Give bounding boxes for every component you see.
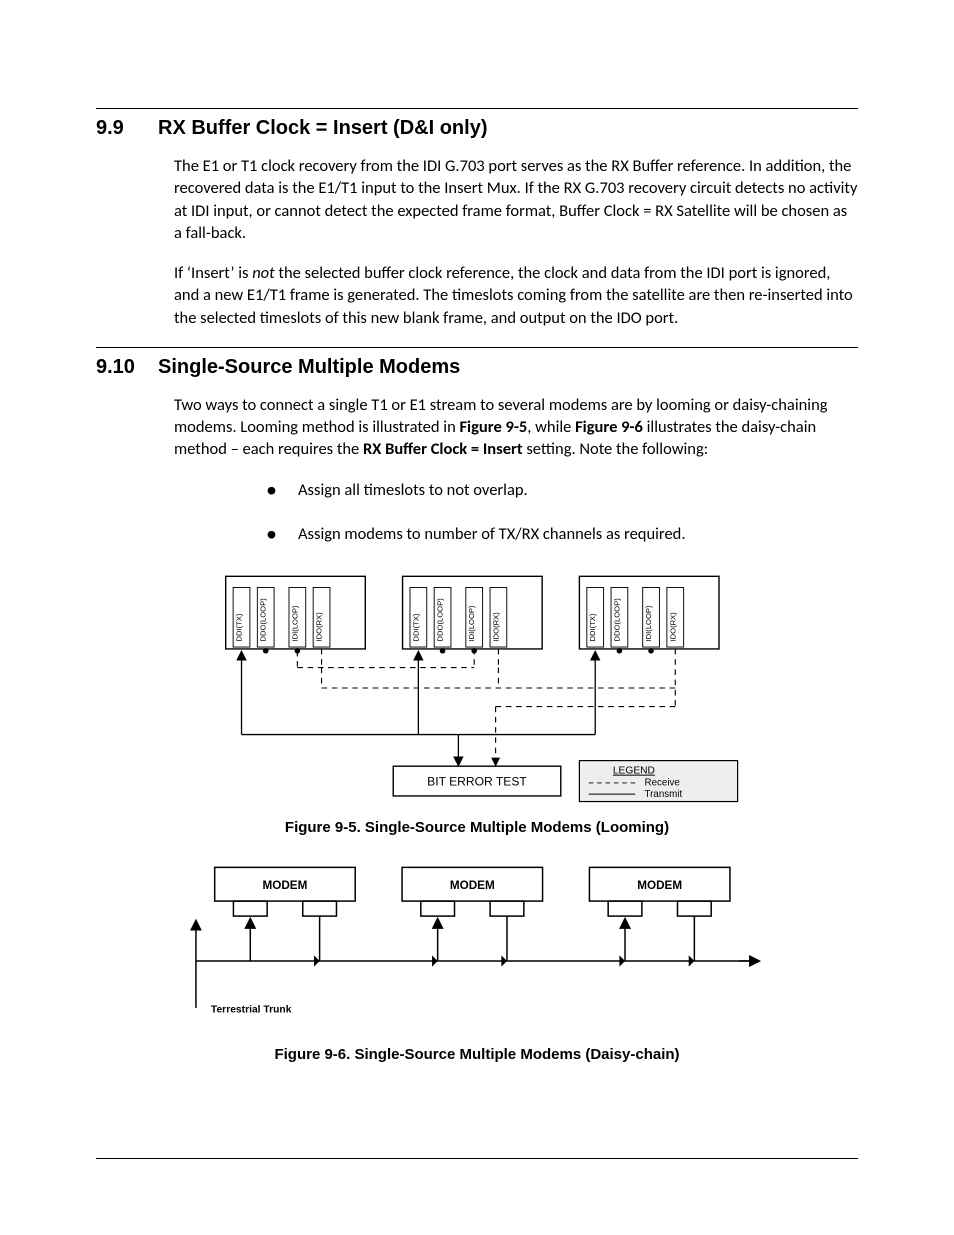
- figure-9-6-caption: Figure 9-6. Single-Source Multiple Modem…: [96, 1046, 858, 1063]
- bottom-rule: [96, 1158, 858, 1159]
- port-label: IDO(RX): [668, 612, 677, 642]
- port-label: DDO(LOOP): [436, 598, 445, 642]
- para2-post: the selected buffer clock reference, the…: [174, 263, 853, 328]
- modem-label: MODEM: [637, 879, 682, 892]
- bit-error-test-label: BIT ERROR TEST: [427, 775, 527, 789]
- port-label: DDO(LOOP): [259, 598, 268, 642]
- section-9-9-title: RX Buffer Clock = Insert (D&I only): [158, 115, 488, 141]
- section-9-9-para2: If ‘Insert’ is not the selected buffer c…: [174, 262, 858, 329]
- modem-label: MODEM: [450, 879, 495, 892]
- port-label: DDI(TX): [235, 613, 244, 641]
- legend-title: LEGEND: [613, 766, 655, 777]
- port-label: DDO(LOOP): [612, 598, 621, 642]
- legend-transmit: Transmit: [645, 789, 683, 800]
- legend-receive: Receive: [645, 778, 680, 789]
- port-label: IDI(LOOP): [467, 605, 476, 641]
- section-9-10-number: 9.10: [96, 354, 158, 380]
- port-label: IDI(LOOP): [644, 605, 653, 641]
- p-mid: , while: [527, 417, 575, 437]
- port-label: IDO(RX): [315, 612, 324, 642]
- section-9-9-number: 9.9: [96, 115, 158, 141]
- bullets-list: Assign all timeslots to not overlap. Ass…: [266, 479, 858, 546]
- bullet-item: Assign modems to number of TX/RX channel…: [266, 523, 858, 545]
- para2-pre: If ‘Insert’ is: [174, 263, 252, 283]
- para2-em: not: [252, 263, 274, 283]
- modem-label: MODEM: [263, 879, 308, 892]
- figure-9-6: MODEM MODEM MODEM Terrestrial Trunk: [96, 858, 858, 1036]
- figure-9-6-diagram: MODEM MODEM MODEM Terrestrial Trunk: [177, 858, 777, 1036]
- p-post2: setting. Note the following:: [523, 439, 709, 459]
- top-rule: [96, 108, 858, 109]
- figure-9-5-caption: Figure 9-5. Single-Source Multiple Modem…: [96, 819, 858, 836]
- port-label: IDO(RX): [491, 612, 500, 642]
- bullet-item: Assign all timeslots to not overlap.: [266, 479, 858, 501]
- p-bold-setting: RX Buffer Clock = Insert: [363, 439, 523, 459]
- section-9-9-para1: The E1 or T1 clock recovery from the IDI…: [174, 155, 858, 244]
- section-9-9-heading: 9.9 RX Buffer Clock = Insert (D&I only): [96, 115, 858, 141]
- section-9-10-title: Single-Source Multiple Modems: [158, 354, 460, 380]
- figure-9-5: DDI(TX) DDO(LOOP) IDI(LOOP) IDO(RX) DDI(…: [96, 567, 858, 809]
- rule-between: [96, 347, 858, 348]
- p-ref1: Figure 9-5: [459, 417, 527, 437]
- terrestrial-trunk-label: Terrestrial Trunk: [211, 1005, 292, 1016]
- port-label: DDI(TX): [588, 613, 597, 641]
- port-label: DDI(TX): [411, 613, 420, 641]
- figure-9-5-diagram: DDI(TX) DDO(LOOP) IDI(LOOP) IDO(RX) DDI(…: [197, 567, 757, 809]
- section-9-10-para: Two ways to connect a single T1 or E1 st…: [174, 394, 858, 461]
- port-label: IDI(LOOP): [290, 605, 299, 641]
- p-ref2: Figure 9-6: [575, 417, 643, 437]
- section-9-10-heading: 9.10 Single-Source Multiple Modems: [96, 354, 858, 380]
